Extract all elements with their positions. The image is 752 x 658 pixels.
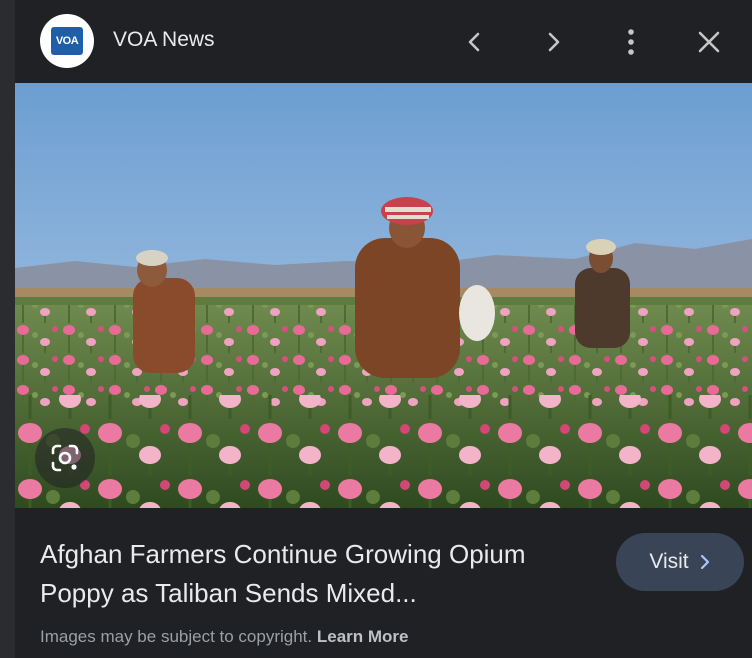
preview-image[interactable] (15, 83, 752, 508)
source-logo[interactable]: VOA (40, 14, 94, 68)
chevron-right-icon (700, 554, 709, 570)
next-button[interactable] (533, 22, 573, 62)
visit-label: Visit (649, 550, 689, 573)
more-options-button[interactable] (611, 22, 651, 62)
source-name[interactable]: VOA News (113, 28, 215, 52)
chevron-right-icon (548, 32, 560, 52)
more-vert-icon (628, 29, 634, 55)
left-edge-strip (0, 0, 15, 658)
google-lens-button[interactable] (35, 428, 95, 488)
copyright-notice: Images may be subject to copyright. Lear… (40, 627, 409, 647)
google-lens-icon (51, 444, 79, 472)
voa-logo-mark: VOA (51, 27, 83, 55)
result-title[interactable]: Afghan Farmers Continue Growing Opium Po… (40, 535, 580, 613)
previous-button[interactable] (455, 22, 495, 62)
poppy-field-photo (15, 83, 752, 508)
image-preview-panel: VOA VOA News Afghan Farmers Continue Gro… (15, 0, 752, 658)
close-icon (698, 31, 720, 53)
close-button[interactable] (689, 22, 729, 62)
copyright-text: Images may be subject to copyright. (40, 627, 313, 646)
visit-button[interactable]: Visit (616, 533, 744, 591)
preview-header: VOA VOA News (15, 0, 752, 83)
learn-more-link[interactable]: Learn More (317, 627, 409, 646)
chevron-left-icon (468, 32, 480, 52)
